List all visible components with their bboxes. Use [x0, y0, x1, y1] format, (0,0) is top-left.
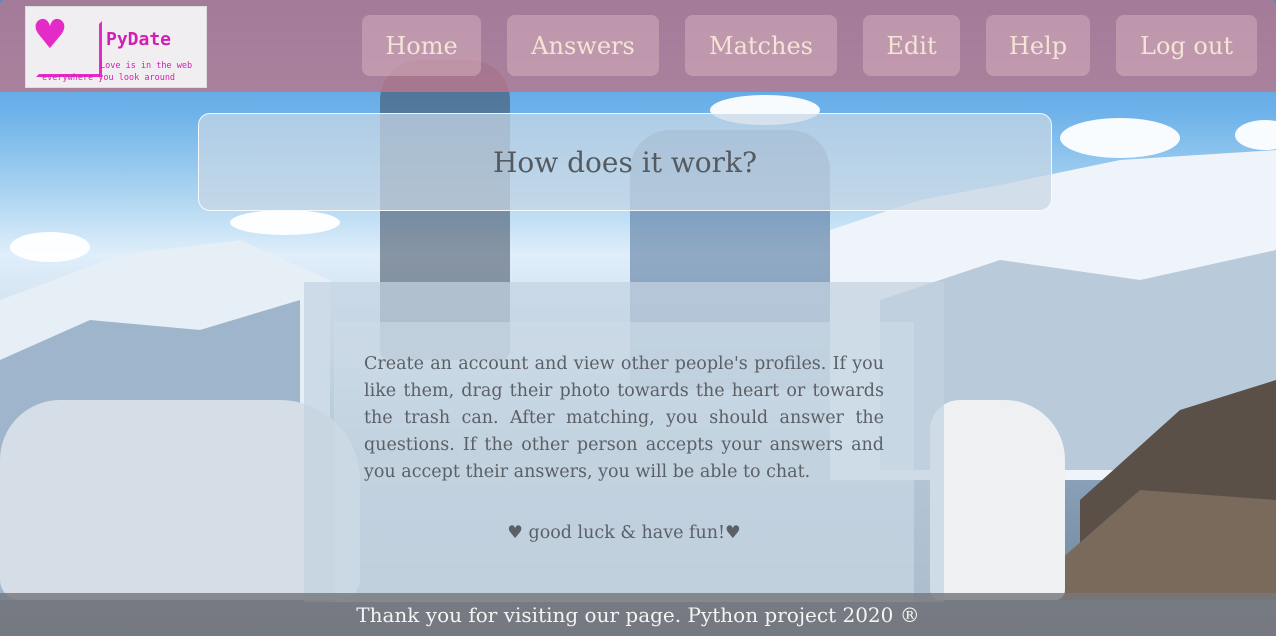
page-footer: Thank you for visiting our page. Python …: [0, 593, 1276, 636]
heart-icon: ♥: [32, 12, 68, 58]
title-box: How does it work?: [198, 113, 1052, 211]
logo-name: PyDate: [106, 29, 172, 50]
page-title: How does it work?: [492, 145, 758, 179]
pydate-logo[interactable]: ♥ PyDate Love is in the web everywhere y…: [25, 6, 207, 88]
footer-text: Thank you for visiting our page. Python …: [356, 602, 920, 627]
nav-home-button[interactable]: Home: [362, 15, 481, 76]
good-luck-message: ♥ good luck & have fun!♥: [507, 523, 741, 543]
how-it-works-description: Create an account and view other people'…: [364, 354, 884, 482]
nav-answers-button[interactable]: Answers: [507, 15, 659, 76]
logo-tagline-line1: Love is in the web: [100, 61, 193, 71]
top-navbar: ♥ PyDate Love is in the web everywhere y…: [0, 0, 1276, 92]
nav-matches-button[interactable]: Matches: [685, 15, 837, 76]
nav-help-button[interactable]: Help: [986, 15, 1090, 76]
logo-tagline-line2: everywhere you look around: [42, 73, 176, 83]
nav-logout-button[interactable]: Log out: [1116, 15, 1257, 76]
nav-edit-button[interactable]: Edit: [863, 15, 960, 76]
